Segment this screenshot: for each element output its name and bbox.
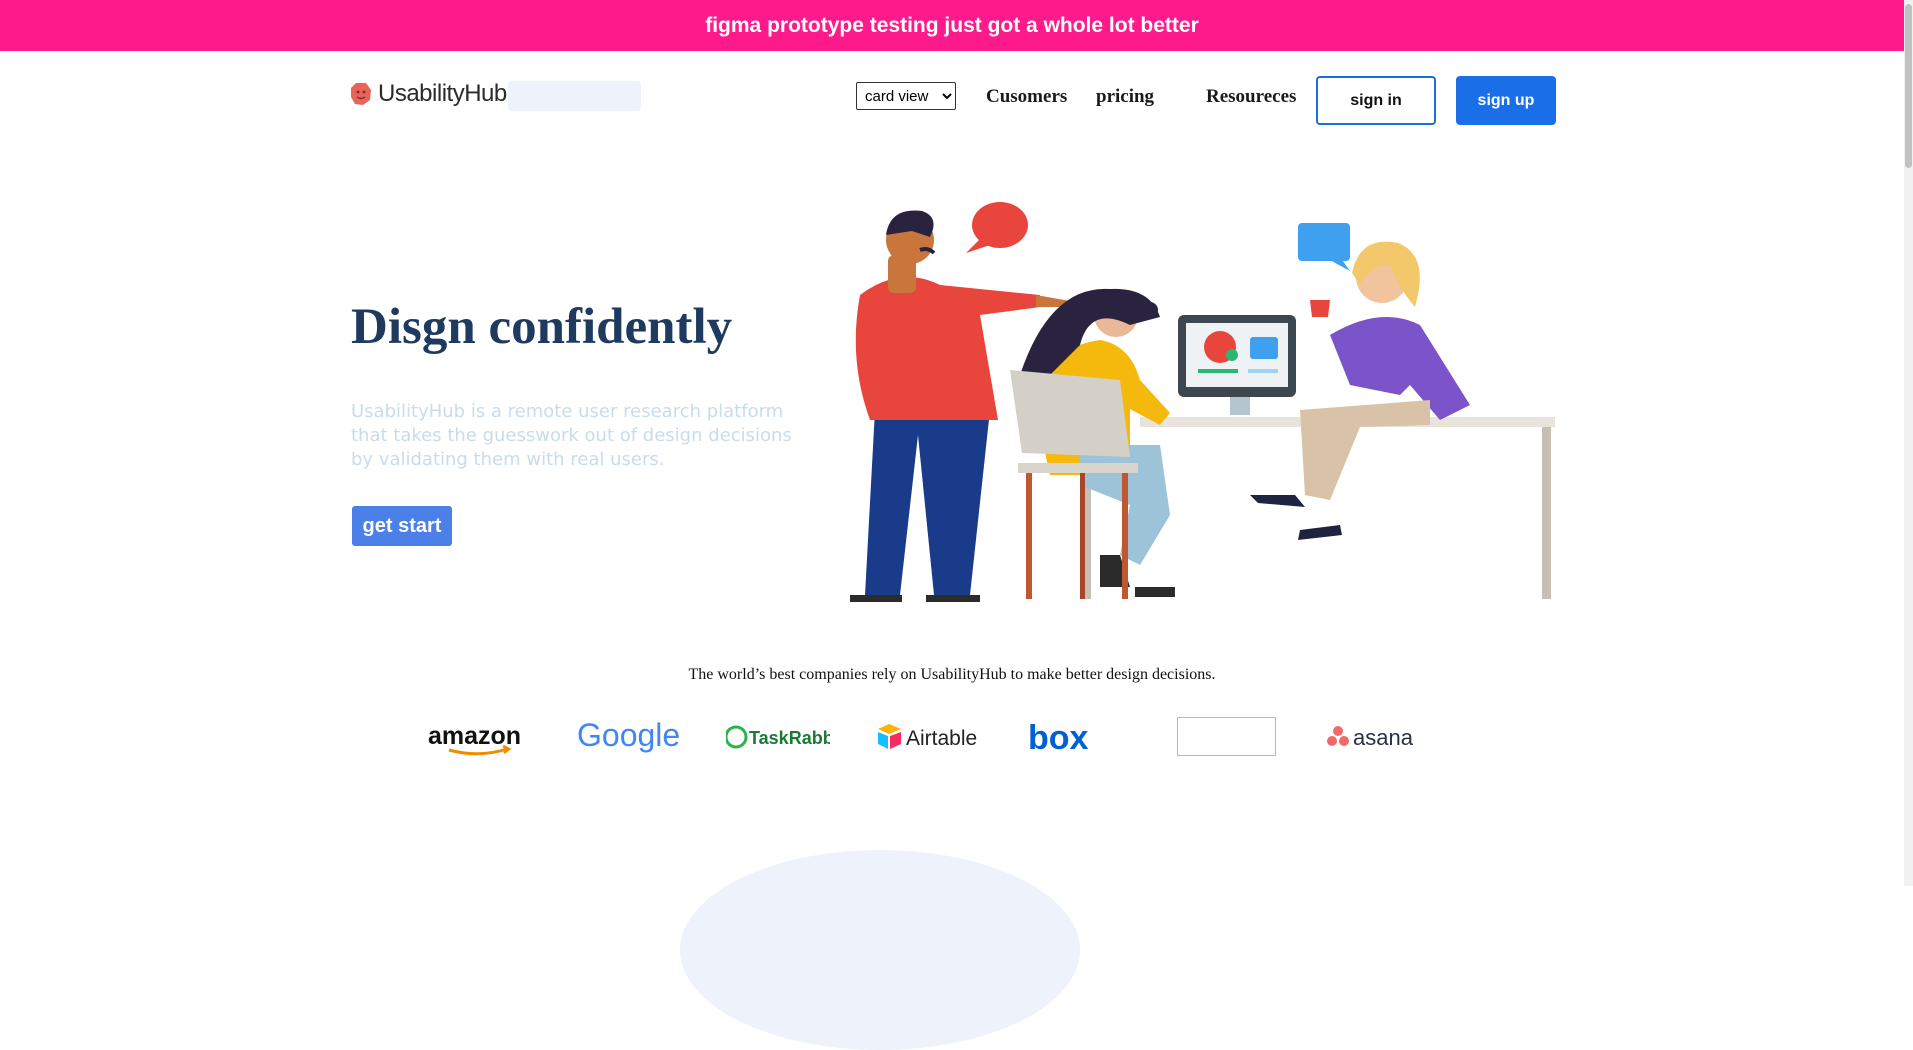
logo-text: UsabilityHub [378, 80, 507, 107]
vertical-scrollbar[interactable] [1904, 0, 1913, 886]
broken-image-placeholder [1177, 717, 1276, 756]
nav-link-customers[interactable]: Cusomers [986, 86, 1067, 108]
box-logo-icon: box [1026, 716, 1130, 758]
logo-placeholder [508, 81, 641, 111]
hero-title: Disgn confidently [351, 299, 733, 355]
box-logo-text: box [1028, 719, 1089, 757]
hero-description: UsabilityHub is a remote user research p… [351, 401, 792, 470]
nav-link-resources[interactable]: Resoureces [1206, 86, 1296, 108]
monitor [1178, 315, 1296, 415]
asana-logo-text: asana [1353, 725, 1414, 750]
airtable-logo-icon: Airtable [876, 716, 980, 758]
promo-banner[interactable]: figma prototype testing just got a whole… [0, 0, 1904, 51]
amazon-logo-text: amazon [428, 722, 521, 750]
scrollbar-thumb[interactable] [1905, 4, 1912, 168]
google-logo-text: Google [577, 717, 680, 753]
taskrabbit-logo-text: TaskRabbit [749, 728, 830, 748]
amazon-logo-icon: amazon [427, 716, 529, 758]
logo[interactable]: UsabilityHub [350, 80, 507, 108]
sign-up-button[interactable]: sign up [1456, 76, 1556, 125]
companies-tagline: The world’s best companies rely on Usabi… [688, 666, 1216, 683]
get-start-button[interactable]: get start [352, 506, 452, 546]
nav-link-pricing[interactable]: pricing [1096, 86, 1154, 108]
google-logo-icon: Google [576, 716, 680, 758]
blue-speech-bubble-icon [1298, 223, 1350, 271]
sign-in-button[interactable]: sign in [1316, 76, 1436, 125]
airtable-logo-text: Airtable [906, 727, 977, 750]
decorative-arc [680, 850, 1080, 1050]
red-speech-bubble-icon [966, 202, 1028, 253]
promo-banner-text: figma prototype testing just got a whole… [705, 13, 1199, 37]
asana-logo-icon: asana [1326, 716, 1430, 758]
view-select[interactable]: card view [856, 82, 956, 110]
hero-illustration [850, 202, 1555, 602]
usabilityhub-logo-icon [351, 83, 371, 105]
taskrabbit-logo-icon: TaskRabbit [726, 716, 830, 758]
